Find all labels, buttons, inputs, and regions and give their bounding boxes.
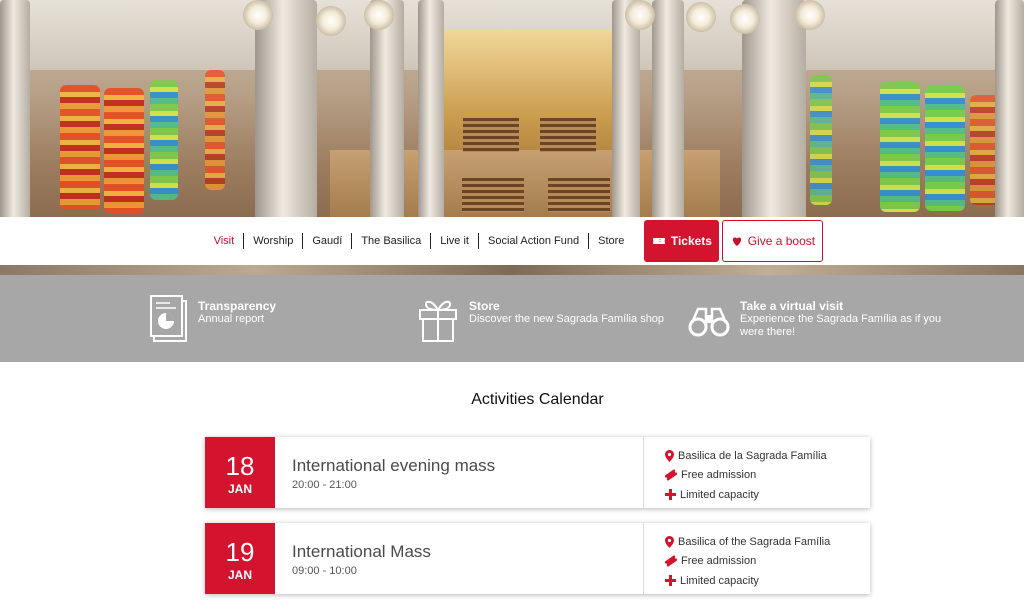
event-month: JAN — [227, 568, 252, 582]
hero-column — [418, 0, 444, 230]
hero-column — [0, 0, 30, 230]
hero-lamp — [686, 2, 716, 32]
event-date-box: 19 JAN — [205, 523, 275, 594]
event-location: Basilica of the Sagrada Família — [678, 535, 831, 548]
event-time: 09:00 - 10:00 — [292, 565, 357, 577]
nav-item-social-action-fund[interactable]: Social Action Fund — [477, 233, 588, 249]
stained-glass-window — [60, 85, 100, 210]
gift-box-icon — [419, 300, 457, 342]
nav-item-visit[interactable]: Visit — [205, 233, 244, 249]
hero-pew — [540, 118, 596, 152]
band-item-title: Store — [469, 299, 500, 313]
event-divider — [643, 437, 644, 508]
ticket-icon — [665, 555, 677, 568]
hero-pew — [462, 178, 524, 212]
tickets-button[interactable]: Tickets — [644, 220, 720, 262]
event-capacity-row: Limited capacity — [665, 571, 830, 591]
band-item-virtual-visit[interactable]: Take a virtual visit Experience the Sagr… — [688, 295, 945, 343]
event-capacity-row: Limited capacity — [665, 485, 827, 505]
nav-item-gaudi[interactable]: Gaudí — [302, 233, 351, 249]
band-item-subtitle: Discover the new Sagrada Família shop — [469, 313, 665, 325]
plus-cross-icon — [665, 489, 676, 501]
stained-glass-window — [925, 86, 965, 211]
band-item-transparency[interactable]: Transparency Annual report — [150, 295, 276, 343]
band-item-text: Take a virtual visit Experience the Sagr… — [740, 299, 945, 339]
event-day: 18 — [225, 451, 255, 481]
event-day: 19 — [225, 537, 255, 567]
event-title[interactable]: International Mass — [292, 542, 431, 562]
event-meta: Basilica de la Sagrada Família Free admi… — [665, 446, 827, 505]
band-item-title: Transparency — [198, 299, 277, 313]
hero-pew — [463, 118, 519, 152]
band-item-subtitle: Annual report — [198, 313, 265, 325]
nav-item-worship[interactable]: Worship — [243, 233, 302, 249]
calendar-title: Activities Calendar — [471, 391, 604, 408]
nav-links: Visit Worship Gaudí The Basilica Live it… — [201, 217, 634, 265]
event-capacity: Limited capacity — [680, 574, 759, 587]
band-item-subtitle: Experience the Sagrada Família as if you… — [740, 313, 942, 338]
event-month: JAN — [227, 482, 252, 496]
event-divider — [643, 523, 644, 594]
hero-column — [370, 0, 404, 230]
nav-item-the-basilica[interactable]: The Basilica — [351, 233, 430, 249]
event-location-row: Basilica de la Sagrada Família — [665, 446, 827, 466]
location-pin-icon — [665, 449, 674, 462]
event-card[interactable]: 19 JAN International Mass 09:00 - 10:00 … — [205, 523, 870, 594]
nav-item-live-it[interactable]: Live it — [430, 233, 478, 249]
give-a-boost-label: Give a boost — [747, 234, 816, 248]
stained-glass-window — [150, 80, 178, 200]
hero-column — [255, 0, 317, 230]
hero-column — [742, 0, 806, 230]
event-location-row: Basilica of the Sagrada Família — [665, 532, 830, 552]
give-a-boost-button[interactable]: Give a boost — [722, 220, 824, 262]
hero-lamp — [625, 0, 655, 30]
event-admission-row: Free admission — [665, 466, 827, 486]
band-item-text: Transparency Annual report — [198, 299, 276, 326]
hero-column — [612, 0, 640, 230]
event-admission: Free admission — [681, 469, 757, 482]
hero-lamp — [243, 0, 273, 30]
event-meta: Basilica of the Sagrada Família Free adm… — [665, 532, 830, 591]
binoculars-icon — [688, 307, 730, 337]
event-time: 20:00 - 21:00 — [292, 479, 357, 491]
hero-strip — [0, 265, 1024, 275]
event-capacity: Limited capacity — [680, 488, 759, 501]
stained-glass-window — [810, 75, 832, 205]
tickets-button-label: Tickets — [670, 234, 712, 248]
event-title[interactable]: International evening mass — [292, 456, 495, 476]
location-pin-icon — [665, 535, 674, 548]
event-card[interactable]: 18 JAN International evening mass 20:00 … — [205, 437, 870, 508]
event-admission: Free admission — [681, 555, 757, 568]
hero-column — [995, 0, 1024, 230]
event-admission-row: Free admission — [665, 552, 830, 572]
ticket-icon — [665, 469, 677, 482]
hero-lamp — [364, 0, 394, 30]
hero-column — [652, 0, 684, 230]
band-item-title: Take a virtual visit — [740, 299, 844, 313]
plus-cross-icon — [665, 575, 676, 587]
hero-lamp — [730, 4, 760, 34]
event-date-box: 18 JAN — [205, 437, 275, 508]
hero-lamp — [316, 6, 346, 36]
main-navigation: Visit Worship Gaudí The Basilica Live it… — [0, 217, 1024, 265]
hero-lamp — [795, 0, 825, 30]
event-location: Basilica de la Sagrada Família — [678, 449, 827, 462]
report-document-icon — [150, 295, 187, 342]
ticket-icon — [652, 238, 665, 244]
stained-glass-window — [205, 70, 225, 190]
band-item-text: Store Discover the new Sagrada Família s… — [469, 299, 664, 326]
heart-hand-icon — [732, 237, 741, 246]
info-band: Transparency Annual report Store Discove… — [0, 275, 1024, 362]
stained-glass-window — [104, 88, 144, 213]
nav-item-store[interactable]: Store — [588, 233, 633, 249]
hero-pew — [548, 178, 610, 212]
band-item-store[interactable]: Store Discover the new Sagrada Família s… — [417, 295, 664, 343]
stained-glass-window — [880, 82, 920, 212]
